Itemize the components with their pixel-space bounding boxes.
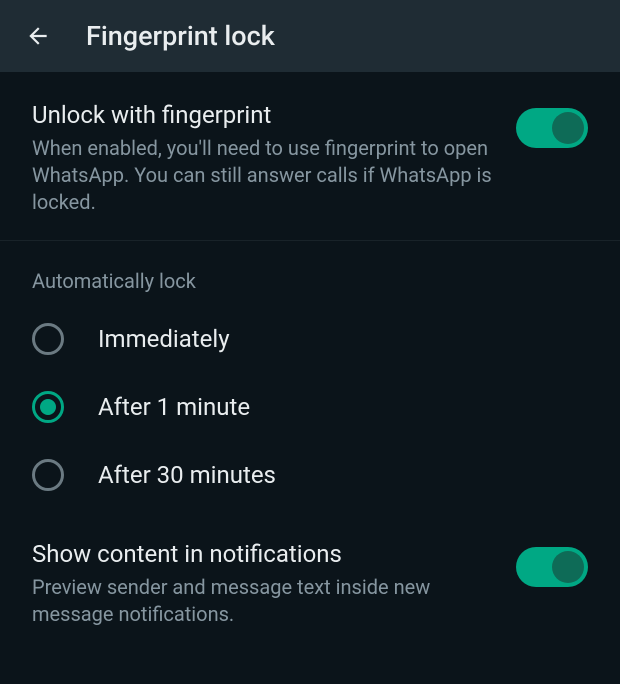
unlock-title: Unlock with fingerprint	[32, 100, 496, 131]
show-content-notifications-setting[interactable]: Show content in notifications Preview se…	[0, 509, 620, 652]
toggle-knob	[552, 112, 584, 144]
settings-content: Unlock with fingerprint When enabled, yo…	[0, 72, 620, 652]
back-button[interactable]	[18, 16, 58, 56]
unlock-description: When enabled, you'll need to use fingerp…	[32, 135, 496, 216]
radio-label: Immediately	[98, 325, 230, 353]
notifications-text-block: Show content in notifications Preview se…	[32, 539, 516, 628]
radio-label: After 1 minute	[98, 393, 250, 421]
toggle-knob	[552, 551, 584, 583]
app-header: Fingerprint lock	[0, 0, 620, 72]
radio-option-immediately[interactable]: Immediately	[0, 305, 620, 373]
radio-option-after-1-minute[interactable]: After 1 minute	[0, 373, 620, 441]
arrow-left-icon	[25, 23, 51, 49]
page-title: Fingerprint lock	[86, 20, 275, 52]
unlock-text-block: Unlock with fingerprint When enabled, yo…	[32, 100, 516, 216]
radio-icon	[32, 391, 64, 423]
notifications-toggle[interactable]	[516, 547, 588, 587]
notifications-title: Show content in notifications	[32, 539, 496, 570]
radio-icon	[32, 323, 64, 355]
radio-label: After 30 minutes	[98, 461, 276, 489]
autolock-section-header: Automatically lock	[0, 241, 620, 305]
unlock-toggle[interactable]	[516, 108, 588, 148]
notifications-description: Preview sender and message text inside n…	[32, 574, 496, 628]
radio-icon	[32, 459, 64, 491]
radio-option-after-30-minutes[interactable]: After 30 minutes	[0, 441, 620, 509]
unlock-fingerprint-setting[interactable]: Unlock with fingerprint When enabled, yo…	[0, 72, 620, 241]
